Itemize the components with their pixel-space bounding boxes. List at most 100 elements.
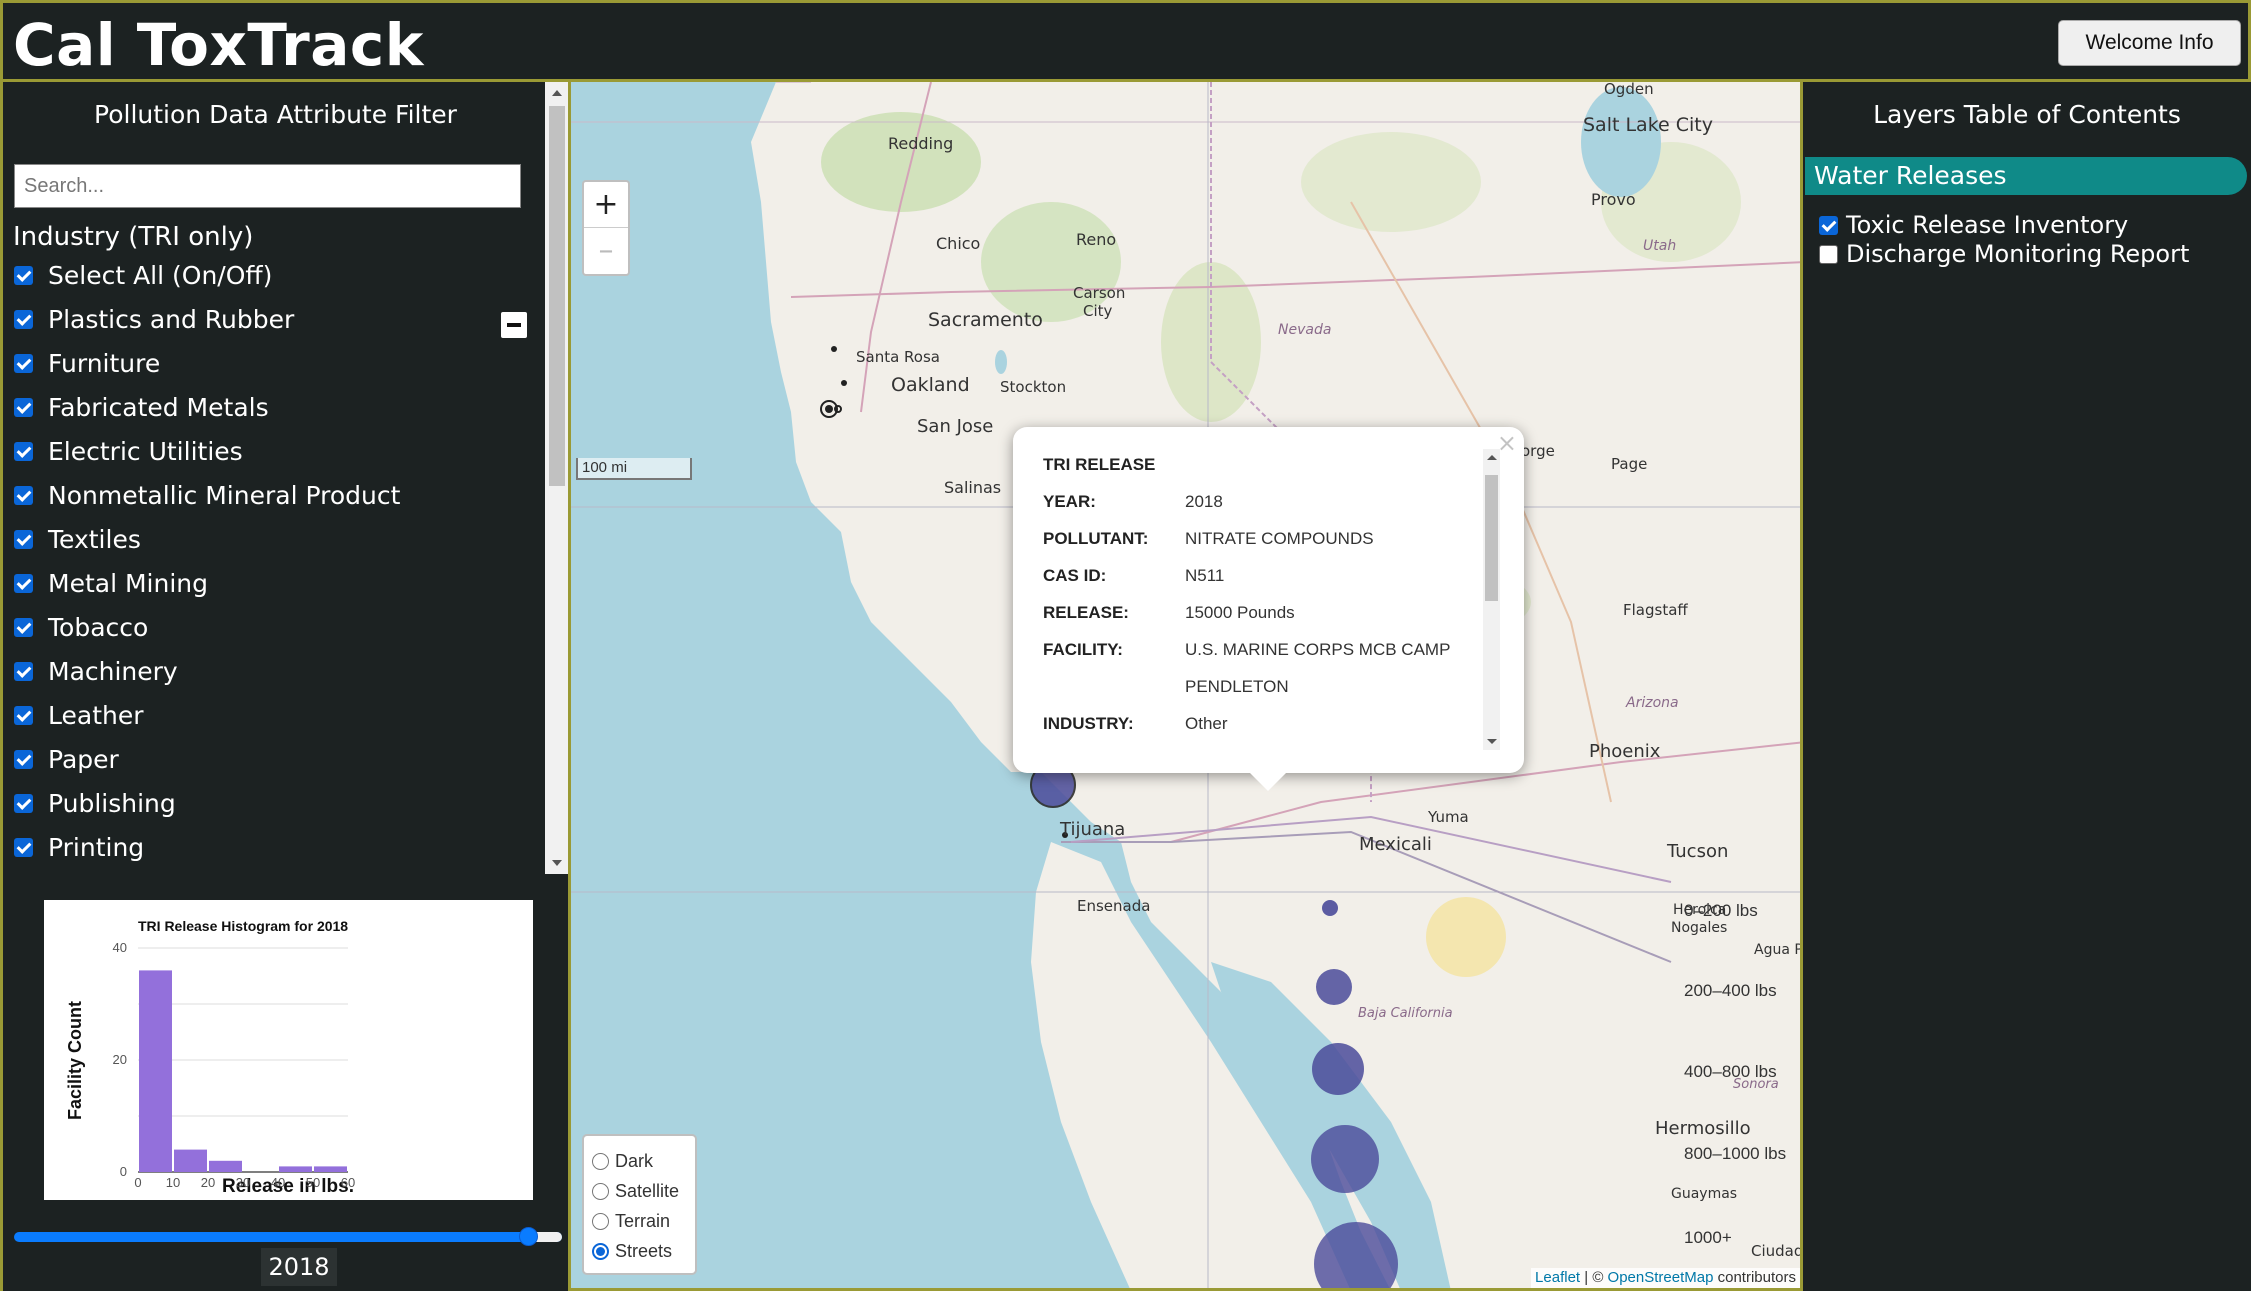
histogram-x-tick: 40	[271, 1175, 285, 1190]
popup-scrollbar[interactable]	[1483, 449, 1500, 750]
scrollbar-thumb[interactable]	[549, 106, 565, 486]
map-label: Tucson	[1667, 841, 1729, 862]
radio-icon[interactable]	[592, 1152, 609, 1170]
histogram-bar-5	[314, 1166, 347, 1172]
histogram-bar-0	[139, 970, 172, 1172]
industry-section-title: Industry (TRI only)	[13, 222, 254, 252]
filter-item[interactable]: Select All (On/Off)	[14, 258, 272, 292]
basemap-option-satellite[interactable]: Satellite	[592, 1176, 687, 1206]
filter-item[interactable]: Metal Mining	[14, 566, 208, 600]
filter-item[interactable]: Textiles	[14, 522, 141, 556]
checkbox-icon[interactable]	[1819, 215, 1838, 235]
filter-item[interactable]: Electric Utilities	[14, 434, 243, 468]
map-label: Chico	[936, 234, 981, 253]
search-input[interactable]	[14, 164, 521, 208]
leaflet-link[interactable]: Leaflet	[1535, 1269, 1580, 1286]
app-header: Cal ToxTrack Welcome Info	[0, 0, 2251, 82]
filter-item-label: Machinery	[48, 656, 178, 686]
scrollbar-thumb[interactable]	[1485, 475, 1498, 601]
popup-key: YEAR:	[1043, 492, 1096, 511]
filter-item[interactable]: Plastics and Rubber	[14, 302, 294, 336]
checkbox-icon[interactable]	[14, 793, 33, 813]
map-label: Reno	[1076, 230, 1117, 249]
checkbox-icon[interactable]	[14, 705, 33, 725]
welcome-info-button[interactable]: Welcome Info	[2058, 20, 2241, 66]
checkbox-icon[interactable]	[1819, 244, 1838, 264]
histogram-y-label: Facility Count	[65, 1001, 85, 1120]
map-label: Phoenix	[1589, 741, 1661, 762]
checkbox-icon[interactable]	[14, 749, 33, 769]
checkbox-icon[interactable]	[14, 573, 33, 593]
scroll-up-icon[interactable]	[1487, 455, 1497, 460]
map-label: Provo	[1591, 190, 1636, 209]
checkbox-icon[interactable]	[14, 309, 33, 329]
zoom-in-button[interactable]: +	[584, 182, 628, 228]
basemap-option-streets[interactable]: Streets	[592, 1236, 687, 1266]
filter-item[interactable]: Machinery	[14, 654, 178, 688]
filter-item-label: Printing	[48, 832, 145, 862]
map-label: Santa Rosa	[856, 348, 940, 366]
radio-icon[interactable]	[592, 1212, 609, 1230]
radio-icon[interactable]	[592, 1182, 609, 1200]
map-label: Agua P	[1754, 942, 1803, 958]
legend-circle-2	[1312, 1043, 1364, 1095]
checkbox-icon[interactable]	[14, 353, 33, 373]
layers-panel: Layers Table of Contents Water Releases …	[1803, 82, 2251, 1291]
checkbox-icon[interactable]	[14, 485, 33, 505]
histogram-x-tick: 20	[201, 1175, 215, 1190]
map-label: Guaymas	[1671, 1186, 1738, 1202]
filter-item[interactable]: Publishing	[14, 786, 176, 820]
checkbox-icon[interactable]	[14, 617, 33, 637]
slider-track[interactable]	[14, 1232, 562, 1242]
filter-item-label: Fabricated Metals	[48, 392, 269, 422]
release-histogram: TRI Release Histogram for 2018 Facility …	[44, 900, 533, 1200]
checkbox-icon[interactable]	[14, 265, 33, 285]
checkbox-icon[interactable]	[14, 529, 33, 549]
checkbox-icon[interactable]	[14, 441, 33, 461]
popup-key: FACILITY:	[1043, 640, 1123, 659]
filter-item[interactable]: Leather	[14, 698, 144, 732]
map-label: Ogden	[1604, 82, 1654, 98]
basemap-option-dark[interactable]: Dark	[592, 1146, 687, 1176]
filter-item[interactable]: Fabricated Metals	[14, 390, 269, 424]
attribution-suffix: contributors	[1713, 1269, 1796, 1286]
checkbox-icon[interactable]	[14, 661, 33, 681]
radio-icon[interactable]	[592, 1242, 609, 1260]
slider-thumb[interactable]	[519, 1227, 538, 1246]
layer-toggle-dmr[interactable]: Discharge Monitoring Report	[1819, 240, 2189, 268]
filter-item[interactable]: Paper	[14, 742, 119, 776]
map-label: Salinas	[944, 478, 1002, 497]
osm-link[interactable]: OpenStreetMap	[1608, 1269, 1714, 1286]
map-label: Tijuana	[1060, 819, 1126, 840]
checkbox-icon[interactable]	[14, 397, 33, 417]
filter-item[interactable]: Tobacco	[14, 610, 148, 644]
checkbox-icon[interactable]	[14, 837, 33, 857]
legend-label: 400–800 lbs	[1684, 1062, 1777, 1081]
layer-label: Toxic Release Inventory	[1846, 211, 2129, 239]
map-label: Flagstaff	[1623, 601, 1688, 619]
zoom-out-button[interactable]: –	[584, 228, 628, 274]
filter-item[interactable]: Nonmetallic Mineral Product	[14, 478, 400, 512]
filter-item[interactable]: Printing	[14, 830, 144, 864]
layer-group-water-releases[interactable]: Water Releases	[1805, 157, 2247, 195]
scroll-up-icon[interactable]	[552, 90, 562, 96]
histogram-svg: TRI Release Histogram for 2018 Facility …	[65, 918, 355, 1197]
layer-toggle-tri[interactable]: Toxic Release Inventory	[1819, 211, 2128, 239]
popup-row: INDUSTRY: Other	[1043, 714, 1483, 734]
toc-title: Layers Table of Contents	[1873, 100, 2181, 129]
year-value: 2018	[261, 1248, 337, 1286]
filter-item[interactable]: Furniture	[14, 346, 160, 380]
basemap-option-terrain[interactable]: Terrain	[592, 1206, 687, 1236]
popup-tip	[1248, 771, 1288, 791]
basemap-label: Streets	[615, 1240, 673, 1261]
map-view[interactable]: Ogden Salt Lake City Redding Provo Chico…	[568, 82, 1803, 1291]
scroll-down-icon[interactable]	[552, 860, 562, 866]
histogram-title: TRI Release Histogram for 2018	[138, 918, 348, 934]
year-slider[interactable]	[14, 1224, 562, 1248]
filter-item-label: Metal Mining	[48, 568, 208, 598]
filter-scrollbar[interactable]	[545, 82, 569, 874]
collapse-icon[interactable]	[501, 312, 527, 338]
filter-item-label: Publishing	[48, 788, 176, 818]
scroll-down-icon[interactable]	[1487, 739, 1497, 744]
histogram-x-tick: 50	[306, 1175, 320, 1190]
